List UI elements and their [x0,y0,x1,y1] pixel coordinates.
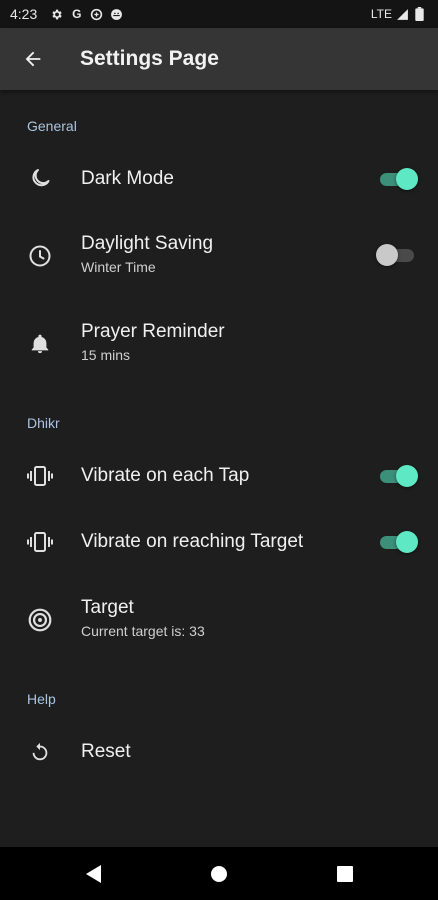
bell-icon [26,330,54,358]
prayer-reminder-text: Prayer Reminder 15 mins [81,321,225,363]
daylight-saving-subtitle: Winter Time [81,259,156,275]
back-button[interactable] [13,39,53,79]
nav-home-button[interactable] [206,861,232,887]
page-title: Settings Page [80,47,219,70]
clock-icon [26,242,54,270]
setting-daylight-saving[interactable]: Daylight Saving Winter Time [0,225,438,289]
setting-prayer-reminder[interactable]: Prayer Reminder 15 mins [0,313,438,377]
target-icon [26,606,54,634]
nav-recents-button[interactable] [332,861,358,887]
recents-square-icon [337,866,353,882]
prayer-reminder-subtitle: 15 mins [81,347,131,363]
setting-target[interactable]: Target Current target is: 33 [0,589,438,653]
reset-label: Reset [81,741,131,762]
vibrate-icon [26,462,54,490]
vibrate-target-label: Vibrate on reaching Target [81,531,304,552]
target-text: Target Current target is: 33 [81,597,205,639]
setting-vibrate-target[interactable]: Vibrate on reaching Target [0,513,438,571]
arrow-left-icon [25,51,41,67]
moon-icon [26,165,54,193]
vibrate-tap-toggle[interactable] [378,464,418,488]
network-label: LTE [370,7,392,21]
home-circle-icon [211,866,227,882]
status-bar: 4:23 G LTE [0,0,438,28]
app-bar: Settings Page [0,28,438,90]
toggle-thumb [376,244,398,266]
status-right: LTE [371,7,426,21]
gear-icon [50,8,63,21]
vibrate-target-toggle[interactable] [378,530,418,554]
prayer-reminder-label: Prayer Reminder [81,321,225,342]
data-saver-icon [90,8,103,21]
daylight-saving-label: Daylight Saving [81,233,214,254]
section-header-dhikr: Dhikr [27,415,60,431]
status-time: 4:23 [10,6,38,22]
google-icon: G [72,7,82,21]
daylight-saving-text: Daylight Saving Winter Time [81,233,213,275]
vibrate-tap-text: Vibrate on each Tap [81,465,249,487]
reset-icon [26,738,54,766]
toggle-thumb [396,531,418,553]
setting-reset[interactable]: Reset [0,723,438,781]
target-subtitle: Current target is: 33 [81,623,205,639]
reset-text: Reset [81,741,131,763]
system-nav-bar [0,847,438,900]
android-icon [110,8,123,21]
battery-icon [413,7,426,21]
status-left: 4:23 G [10,6,123,22]
dark-mode-toggle[interactable] [378,167,418,191]
dark-mode-text: Dark Mode [81,168,174,190]
toggle-thumb [396,465,418,487]
vibrate-icon [26,528,54,556]
dark-mode-label: Dark Mode [81,168,174,189]
signal-icon [396,8,409,21]
toggle-thumb [396,168,418,190]
target-label: Target [81,597,134,618]
vibrate-target-text: Vibrate on reaching Target [81,531,303,553]
setting-vibrate-tap[interactable]: Vibrate on each Tap [0,447,438,505]
nav-back-button[interactable] [80,861,106,887]
setting-dark-mode[interactable]: Dark Mode [0,150,438,208]
section-header-general: General [27,118,77,134]
vibrate-tap-label: Vibrate on each Tap [81,465,250,486]
daylight-saving-toggle[interactable] [376,243,416,267]
section-header-help: Help [27,691,56,707]
back-triangle-icon [86,865,101,883]
